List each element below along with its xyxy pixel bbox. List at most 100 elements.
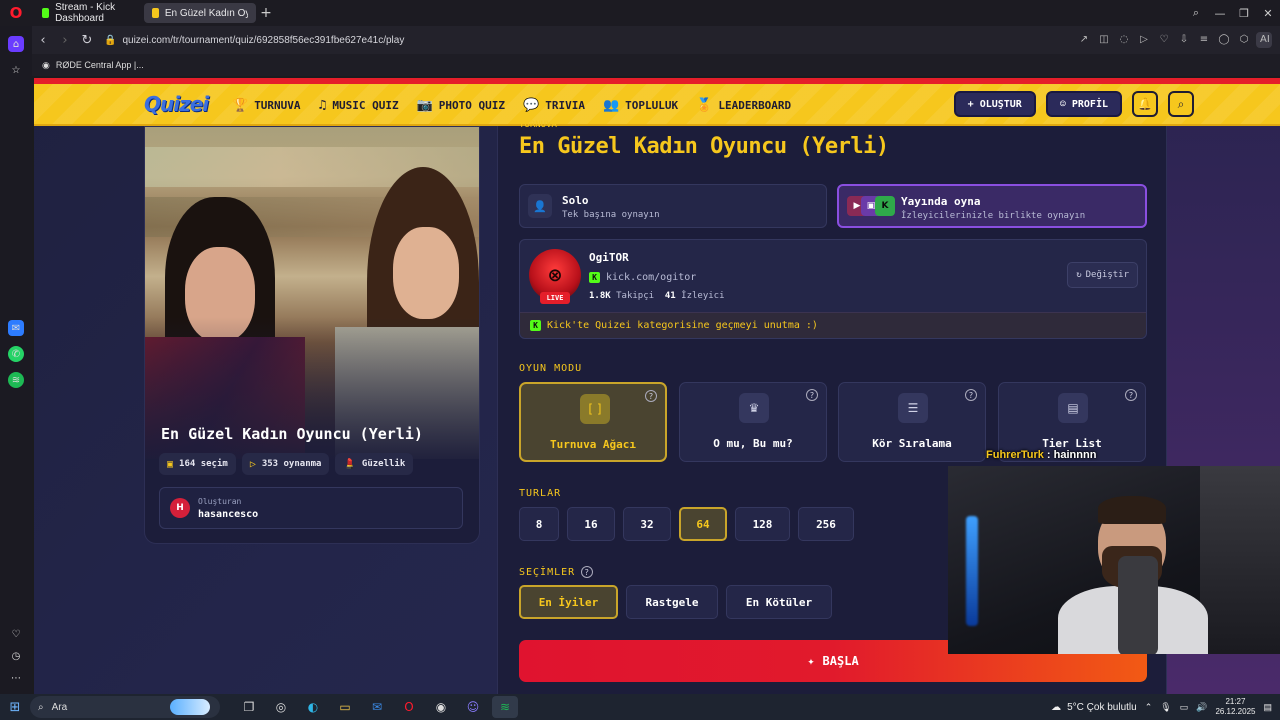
spotify-icon[interactable]: ≋ (8, 372, 24, 388)
maximize-icon[interactable]: ❐ (1232, 7, 1256, 20)
photo-face (393, 227, 459, 319)
create-button[interactable]: + OLUŞTUR (953, 91, 1036, 117)
discord-icon[interactable]: ☺ (460, 696, 486, 718)
help-icon[interactable]: ? (581, 566, 594, 578)
help-icon[interactable]: ? (806, 389, 818, 401)
edge-icon[interactable]: ◐ (300, 696, 326, 718)
help-icon[interactable]: ? (645, 390, 657, 402)
search-icon[interactable]: ⌕ (1168, 91, 1194, 117)
solo-mode-card[interactable]: 👤 Solo Tek başına oynayın (519, 184, 827, 228)
url-field[interactable]: 🔒 quizei.com/tr/tournament/quiz/692858f5… (98, 29, 1076, 51)
account-icon[interactable]: ◯ (1216, 32, 1232, 48)
notification-icon[interactable]: ▤ (1263, 702, 1272, 713)
nav-trivia[interactable]: 💬 TRIVIA (523, 98, 585, 113)
nav-links: 🏆 TURNUVA ♫ MUSIC QUIZ 📷 PHOTO QUIZ 💬 TRIVIA… (232, 84, 791, 126)
extension-icon[interactable]: ⬡ (1236, 32, 1252, 48)
change-streamer-button[interactable]: ↻ Değiştir (1067, 262, 1138, 288)
opera-logo-icon[interactable]: O (0, 0, 32, 26)
ai-button[interactable]: AI (1256, 32, 1272, 48)
round-64[interactable]: 64 (679, 507, 727, 541)
kick-tip: K Kick'te Quizei kategorisine geçmeyi unu… (520, 312, 1146, 338)
mic-icon[interactable]: 🎙 (1160, 702, 1171, 713)
quizei-logo[interactable]: Quizei (144, 92, 209, 116)
pick-rastgele[interactable]: Rastgele (626, 585, 718, 619)
spotify-taskbar-icon[interactable]: ≋ (492, 696, 518, 718)
solo-title: Solo (562, 194, 589, 207)
round-256[interactable]: 256 (798, 507, 854, 541)
new-tab-plus-icon[interactable]: + (256, 3, 276, 23)
profile-button[interactable]: ☺ PROFİL (1045, 91, 1122, 117)
snapshot-icon[interactable]: ◫ (1096, 32, 1112, 48)
file-explorer-icon[interactable]: ▭ (332, 696, 358, 718)
round-8[interactable]: 8 (519, 507, 559, 541)
windows-start-icon[interactable]: ⊞ (0, 694, 30, 720)
reload-icon[interactable]: ↻ (76, 33, 98, 48)
nav-music-quiz[interactable]: ♫ MUSIC QUIZ (319, 98, 399, 113)
kick-favicon-icon (42, 8, 50, 18)
round-16[interactable]: 16 (567, 507, 615, 541)
mode-turnuva-agaci[interactable]: [ ] ? Turnuva Ağacı (519, 382, 667, 462)
help-icon[interactable]: ? (1125, 389, 1137, 401)
nav-photo-quiz[interactable]: 📷 PHOTO QUIZ (417, 98, 505, 113)
kick-icon: K (589, 272, 600, 283)
clock[interactable]: 21:27 26.12.2025 (1215, 697, 1255, 717)
bookmarks-bar: ◉ RØDE Central App |... (32, 54, 1280, 76)
close-icon[interactable]: ✕ (1256, 7, 1280, 20)
round-128[interactable]: 128 (735, 507, 790, 541)
more-icon[interactable]: ⋯ (8, 670, 24, 686)
chrome-icon[interactable]: ◎ (268, 696, 294, 718)
tray-chevron-icon[interactable]: ⌃ (1145, 702, 1153, 713)
round-32[interactable]: 32 (623, 507, 671, 541)
nav-label: TURNUVA (254, 98, 301, 112)
notifications-bell-icon[interactable]: 🔔 (1132, 91, 1158, 117)
mode-o-mu-bu-mu[interactable]: ♛ ? O mu, Bu mu? (679, 382, 827, 462)
messenger-icon[interactable]: ✉ (8, 320, 24, 336)
help-icon[interactable]: ? (965, 389, 977, 401)
creator-name: hasancesco (198, 509, 259, 520)
download-icon[interactable]: ⇩ (1176, 32, 1192, 48)
bookmark-rode[interactable]: RØDE Central App |... (56, 60, 144, 70)
vpn-icon[interactable]: ◌ (1116, 32, 1132, 48)
obs-icon[interactable]: ◉ (428, 696, 454, 718)
tab-kick-dashboard[interactable]: Stream - Kick Dashboard (34, 2, 142, 24)
nav-leaderboard[interactable]: 🏅 LEADERBOARD (696, 98, 791, 113)
star-icon[interactable]: ☆ (8, 62, 24, 78)
streamer-channel[interactable]: Kkick.com/ogitor (589, 272, 696, 283)
task-view-icon[interactable]: ❐ (236, 696, 262, 718)
whatsapp-icon[interactable]: ✆ (8, 346, 24, 362)
pick-en-iyiler[interactable]: En İyiler (519, 585, 618, 619)
streamer-card: ⊗ LIVE OgiTOR Kkick.com/ogitor 1.8K Taki… (519, 239, 1147, 339)
site-info-icon[interactable]: 🔒 (104, 35, 116, 46)
minimize-icon[interactable]: — (1208, 7, 1232, 20)
volume-icon[interactable]: 🔊 (1196, 702, 1207, 713)
network-icon[interactable]: ▭ (1180, 702, 1189, 713)
heart-icon[interactable]: ♡ (8, 626, 24, 642)
home-icon[interactable]: ⌂ (8, 36, 24, 52)
category-chip[interactable]: 💄 Güzellik (335, 453, 414, 475)
forward-icon[interactable]: › (54, 33, 76, 48)
creator-box[interactable]: H Oluşturan hasancesco (159, 487, 463, 529)
nav-turnuva[interactable]: 🏆 TURNUVA (232, 98, 301, 113)
quiz-cover-image (145, 127, 479, 459)
nav-topluluk[interactable]: 👥 TOPLULUK (603, 98, 678, 113)
live-mode-card[interactable]: ▶ ▣ K Yayında oyna İzleyicilerinizle bir… (837, 184, 1147, 228)
history-icon[interactable]: ◷ (8, 648, 24, 664)
camera-icon: 📷 (416, 97, 433, 113)
menu-icon[interactable]: ≡ (1196, 32, 1212, 48)
mode-kor-siralama[interactable]: ☰ ? Kör Sıralama (838, 382, 986, 462)
weather-widget[interactable]: ☁ 5°C Çok bulutlu (1051, 702, 1137, 713)
tab-quiz[interactable]: En Güzel Kadın Oyuncu (... (144, 3, 256, 23)
streamer-url: kick.com/ogitor (606, 272, 697, 283)
taskbar-search[interactable]: ⌕ Ara (30, 696, 220, 718)
favorite-icon[interactable]: ♡ (1156, 32, 1172, 48)
back-icon[interactable]: ‹ (32, 33, 54, 48)
outlook-icon[interactable]: ✉ (364, 696, 390, 718)
play-icon: ▷ (249, 458, 256, 470)
image-icon: ▣ (167, 458, 174, 470)
player-icon[interactable]: ▷ (1136, 32, 1152, 48)
tab-search-icon[interactable]: ⌕ (1184, 6, 1208, 20)
share-icon[interactable]: ↗ (1076, 32, 1092, 48)
opera-icon[interactable]: O (396, 696, 422, 718)
pick-en-kotuler[interactable]: En Kötüler (726, 585, 832, 619)
live-badge: LIVE (540, 292, 570, 304)
